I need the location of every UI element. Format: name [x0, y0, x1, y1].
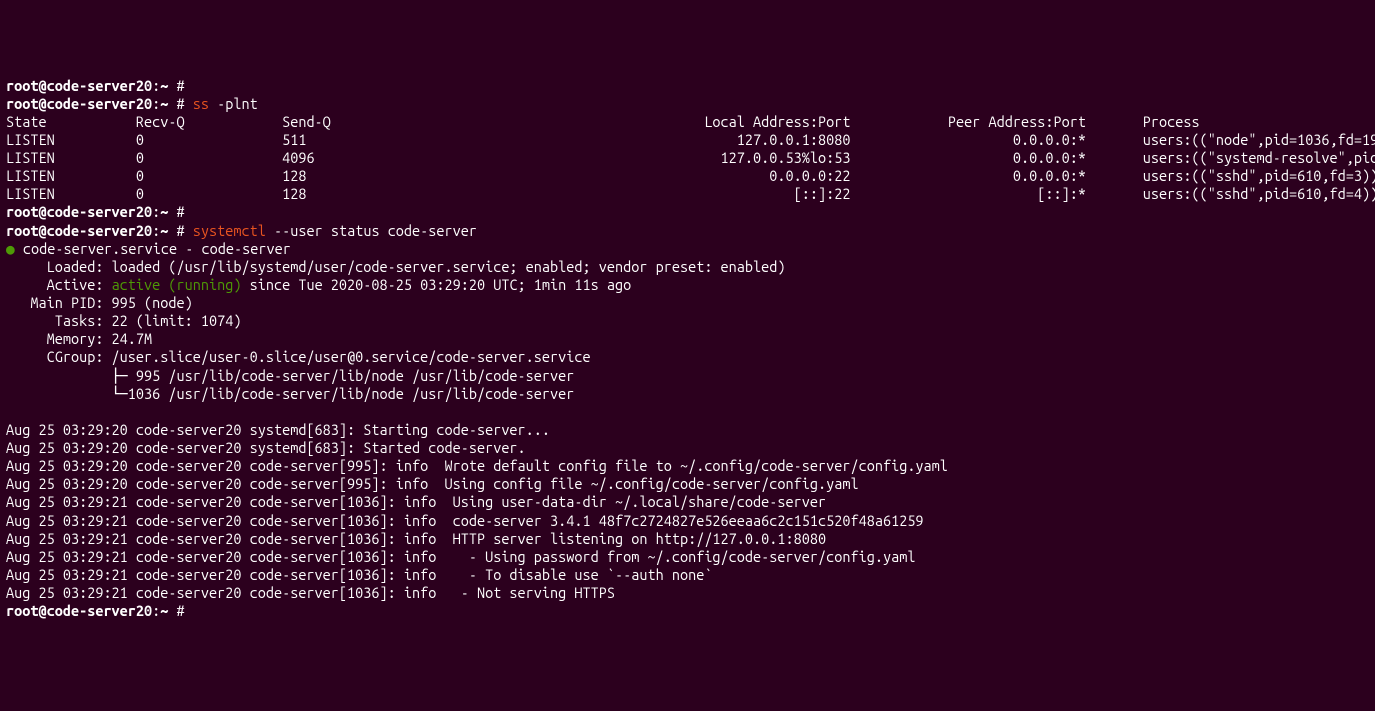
cgroup-tree-item: └─1036 /usr/lib/code-server/lib/node /us…	[6, 385, 1369, 403]
service-loaded: Loaded: loaded (/usr/lib/systemd/user/co…	[6, 258, 1369, 276]
active-state: active (running)	[112, 276, 242, 293]
log-line: Aug 25 03:29:21 code-server20 code-serve…	[6, 512, 1369, 530]
terminal-output[interactable]: root@code-server20:~ # root@code-server2…	[6, 77, 1369, 621]
prompt-line: root@code-server20:~ #	[6, 203, 1369, 221]
status-dot-icon: ●	[6, 240, 15, 257]
prompt-user: root@code-server20	[6, 602, 152, 619]
log-line: Aug 25 03:29:21 code-server20 code-serve…	[6, 548, 1369, 566]
prompt-separator: :	[152, 602, 160, 619]
ss-row: LISTEN 0 128 [::]:22 [::]:* users:(("ssh…	[6, 185, 1369, 203]
prompt-user: root@code-server20	[6, 203, 152, 220]
log-line: Aug 25 03:29:20 code-server20 systemd[68…	[6, 439, 1369, 457]
service-memory: Memory: 24.7M	[6, 330, 1369, 348]
prompt-user: root@code-server20	[6, 95, 152, 112]
log-line: Aug 25 03:29:21 code-server20 code-serve…	[6, 566, 1369, 584]
prompt-line-ss: root@code-server20:~ # ss -plnt	[6, 95, 1369, 113]
ss-row: LISTEN 0 128 0.0.0.0:22 0.0.0.0:* users:…	[6, 167, 1369, 185]
log-line: Aug 25 03:29:21 code-server20 code-serve…	[6, 584, 1369, 602]
prompt-user: root@code-server20	[6, 77, 152, 94]
cmd-systemctl: systemctl	[193, 222, 266, 239]
service-tasks: Tasks: 22 (limit: 1074)	[6, 312, 1369, 330]
prompt-hash: #	[168, 77, 192, 94]
prompt-line-systemctl: root@code-server20:~ # systemctl --user …	[6, 222, 1369, 240]
log-line: Aug 25 03:29:20 code-server20 systemd[68…	[6, 421, 1369, 439]
prompt-line: root@code-server20:~ #	[6, 602, 1369, 620]
prompt-hash: #	[168, 203, 192, 220]
prompt-hash: #	[168, 95, 192, 112]
service-name: code-server.service - code-server	[23, 240, 291, 257]
log-line: Aug 25 03:29:21 code-server20 code-serve…	[6, 530, 1369, 548]
service-cgroup: CGroup: /user.slice/user-0.slice/user@0.…	[6, 348, 1369, 366]
cgroup-tree-item: ├─ 995 /usr/lib/code-server/lib/node /us…	[6, 367, 1369, 385]
cmd-ss: ss	[193, 95, 209, 112]
ss-row: LISTEN 0 4096 127.0.0.53%lo:53 0.0.0.0:*…	[6, 149, 1369, 167]
service-active: Active: active (running) since Tue 2020-…	[6, 276, 1369, 294]
prompt-hash: #	[168, 602, 192, 619]
log-line: Aug 25 03:29:21 code-server20 code-serve…	[6, 493, 1369, 511]
ss-row: LISTEN 0 511 127.0.0.1:8080 0.0.0.0:* us…	[6, 131, 1369, 149]
blank-line	[6, 403, 1369, 421]
service-mainpid: Main PID: 995 (node)	[6, 294, 1369, 312]
prompt-hash: #	[168, 222, 192, 239]
prompt-user: root@code-server20	[6, 222, 152, 239]
log-line: Aug 25 03:29:20 code-server20 code-serve…	[6, 457, 1369, 475]
cmd-ss-args: -plnt	[209, 95, 258, 112]
service-header: ● code-server.service - code-server	[6, 240, 1369, 258]
prompt-path: ~	[160, 602, 168, 619]
ss-header: State Recv-Q Send-Q Local Address:Port P…	[6, 113, 1369, 131]
log-line: Aug 25 03:29:20 code-server20 code-serve…	[6, 475, 1369, 493]
prompt-line: root@code-server20:~ #	[6, 77, 1369, 95]
cmd-systemctl-args: --user status code-server	[266, 222, 477, 239]
